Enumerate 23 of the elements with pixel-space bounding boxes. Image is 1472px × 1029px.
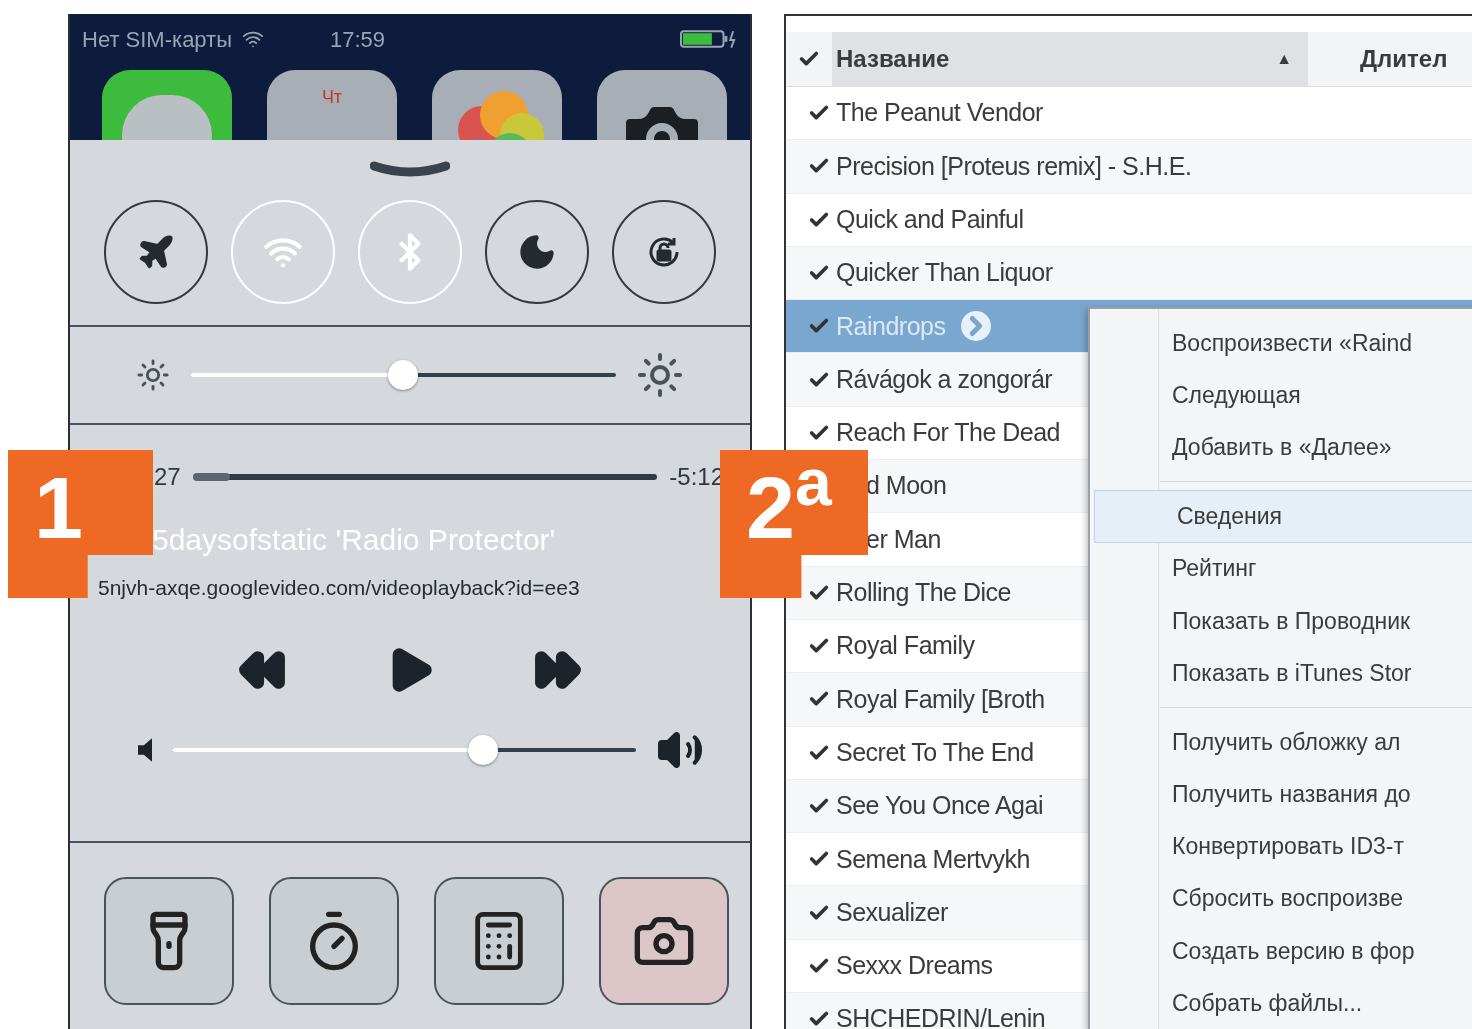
- song-title: Raindrops: [835, 310, 946, 342]
- song-title: er Man: [865, 523, 941, 555]
- song-title: Quick and Painful: [835, 204, 1024, 235]
- song-title: Sexualizer: [835, 896, 948, 928]
- song-title: The Peanut Vendor: [835, 97, 1043, 129]
- song-title: Reach For The Dead: [835, 417, 1060, 449]
- song-title: Secret To The End: [835, 736, 1034, 768]
- clock-time: 17:59: [330, 25, 386, 54]
- song-title: Royal Family [Broth: [835, 683, 1045, 715]
- song-title: Royal Family: [835, 630, 975, 662]
- song-title: See You Once Agai: [835, 790, 1043, 822]
- song-title: Rávágok a zongorár: [835, 363, 1053, 395]
- weekday-label: Чт: [321, 86, 343, 109]
- song-title: SHCHEDRIN/Lenin: [835, 1003, 1046, 1029]
- sort-arrow: ▲: [1276, 49, 1292, 69]
- song-title: Sexxx Dreams: [835, 950, 993, 982]
- song-title: Rolling The Dice: [835, 577, 1011, 609]
- track-source-url: 5njvh-axqe.googlevideo.com/videoplayback?id=ee3: [97, 575, 581, 601]
- song-title: Semena Mertvykh: [835, 843, 1030, 875]
- song-title: Quicker Than Liquor: [835, 257, 1053, 289]
- song-title: Precision [Proteus remix] - S.H.E.: [835, 150, 1192, 182]
- carrier-label: Нет SIM-карты: [82, 25, 232, 54]
- elapsed-time: 27: [154, 462, 181, 492]
